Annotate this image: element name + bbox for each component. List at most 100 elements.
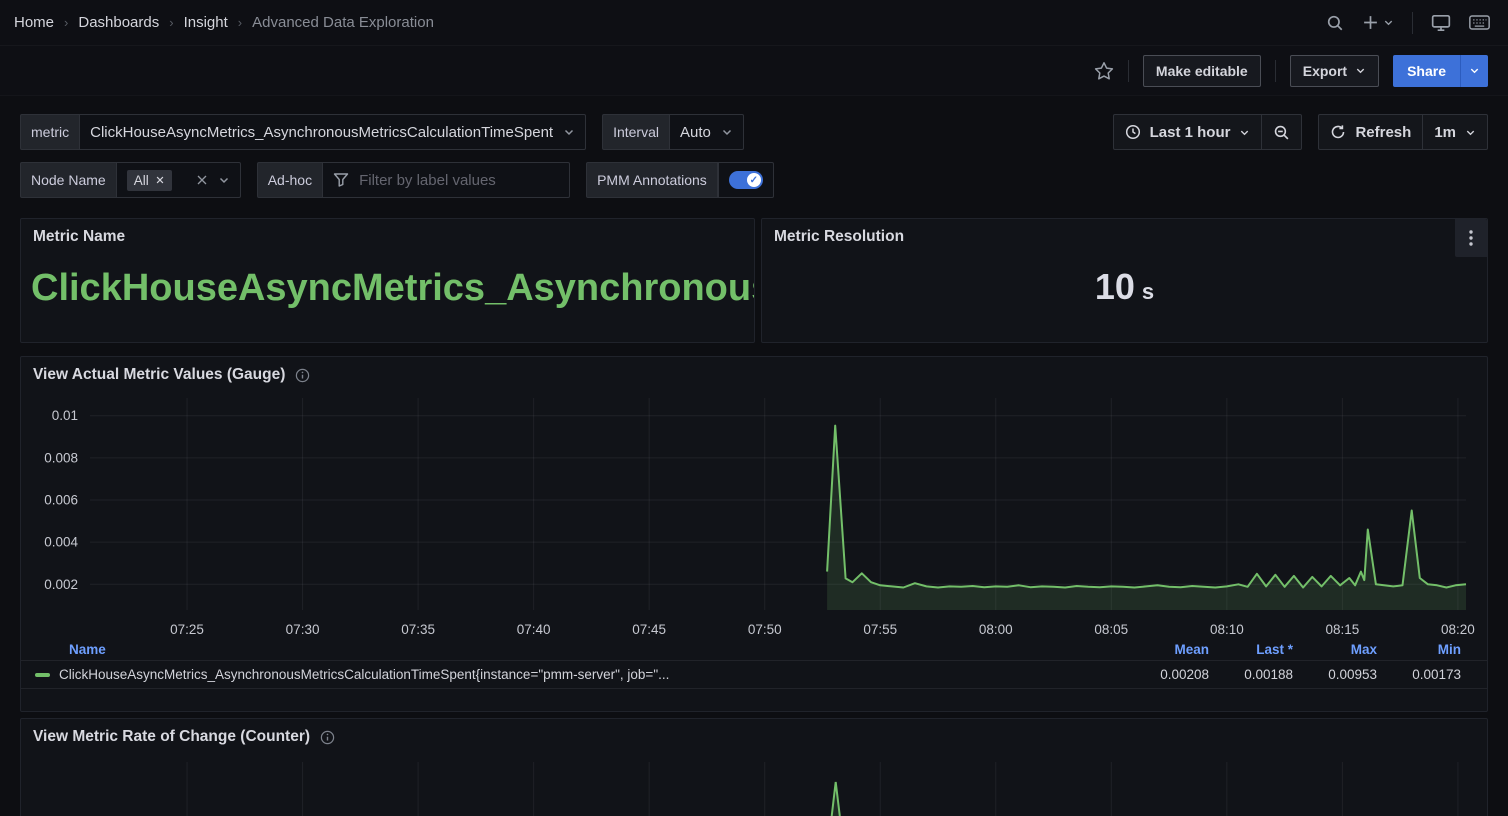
metric-variable-select[interactable]: ClickHouseAsyncMetrics_AsynchronousMetri… <box>79 114 586 150</box>
time-range-picker[interactable]: Last 1 hour <box>1114 115 1262 149</box>
legend-name-header[interactable]: Name <box>69 642 106 657</box>
legend-col-min[interactable]: Min <box>1377 642 1461 657</box>
x-tick-label: 07:35 <box>401 622 435 637</box>
y-tick-label: 0.01 <box>52 408 78 423</box>
dashboard-toolbar: Make editable Export Share <box>0 46 1508 96</box>
clear-all-button[interactable] <box>196 174 208 186</box>
metric-variable-value: ClickHouseAsyncMetrics_AsynchronousMetri… <box>90 124 553 141</box>
node-name-control: Node Name All <box>20 162 241 198</box>
refresh-icon <box>1330 124 1346 140</box>
favorite-button[interactable] <box>1094 61 1114 81</box>
series-swatch <box>35 673 50 677</box>
kiosk-mode-button[interactable] <box>1431 14 1451 32</box>
gauge-panel-title[interactable]: View Actual Metric Values (Gauge) <box>21 357 1487 388</box>
gauge-chart-svg[interactable]: 07:2507:3007:3507:4007:4507:5007:5508:00… <box>32 388 1476 640</box>
x-tick-label: 07:45 <box>632 622 666 637</box>
legend-val-min: 0.00173 <box>1377 667 1461 682</box>
export-button[interactable]: Export <box>1290 55 1379 87</box>
adhoc-filter-label: Ad-hoc <box>257 162 322 198</box>
panel-menu-button[interactable] <box>1455 219 1487 257</box>
dashboard-content: Metric Name ClickHouseAsyncMetrics_Async… <box>0 218 1508 816</box>
legend-values: 0.00208 0.00188 0.00953 0.00173 <box>1125 667 1473 682</box>
zoom-out-time-button[interactable] <box>1261 115 1301 149</box>
toggle-check-icon: ✓ <box>747 173 761 187</box>
keyboard-icon <box>1469 15 1490 30</box>
chevron-down-icon <box>1469 65 1480 76</box>
chip-remove-icon[interactable] <box>155 175 165 185</box>
share-menu-button[interactable] <box>1460 55 1488 87</box>
share-split-button: Share <box>1393 55 1488 87</box>
pmm-annotations-toggle[interactable]: ✓ <box>729 171 763 189</box>
panel-title-text: View Actual Metric Values (Gauge) <box>33 366 285 384</box>
counter-chart-panel: View Metric Rate of Change (Counter) <box>20 718 1488 816</box>
breadcrumb-current-page: Advanced Data Exploration <box>252 14 434 31</box>
series-label[interactable]: ClickHouseAsyncMetrics_AsynchronousMetri… <box>59 667 1125 682</box>
add-button[interactable] <box>1362 14 1394 31</box>
panel-title-text: View Metric Rate of Change (Counter) <box>33 728 310 746</box>
chevron-down-icon <box>721 126 733 138</box>
chevron-down-icon <box>218 174 230 186</box>
adhoc-filter-input[interactable] <box>359 172 559 189</box>
metric-name-panel-title[interactable]: Metric Name <box>21 219 754 250</box>
kebab-menu-icon <box>1469 230 1473 246</box>
breadcrumb-home[interactable]: Home <box>14 14 54 31</box>
filter-row-1: metric ClickHouseAsyncMetrics_Asynchrono… <box>20 114 1488 150</box>
stat-unit: s <box>1142 279 1154 305</box>
adhoc-filter-control: Ad-hoc <box>257 162 570 198</box>
node-name-select[interactable]: All <box>116 162 241 198</box>
refresh-button[interactable]: Refresh <box>1319 115 1422 149</box>
share-button[interactable]: Share <box>1393 55 1460 87</box>
panel-title-text: Metric Resolution <box>774 228 904 246</box>
time-picker-group: Last 1 hour <box>1113 114 1303 150</box>
x-tick-label: 08:05 <box>1094 622 1128 637</box>
node-name-label: Node Name <box>20 162 116 198</box>
chevron-down-icon <box>563 126 575 138</box>
pmm-annotations-label: PMM Annotations <box>586 162 718 198</box>
legend-columns: Mean Last * Max Min <box>1125 642 1473 657</box>
clear-icon <box>196 174 208 186</box>
refresh-group: Refresh 1m <box>1318 114 1488 150</box>
legend-col-max[interactable]: Max <box>1293 642 1377 657</box>
interval-variable-select[interactable]: Auto <box>669 114 744 150</box>
node-name-chip[interactable]: All <box>127 170 172 191</box>
make-editable-button[interactable]: Make editable <box>1143 55 1261 87</box>
stat-panels-row: Metric Name ClickHouseAsyncMetrics_Async… <box>20 218 1488 343</box>
series-area <box>827 426 1466 610</box>
interval-variable-value: Auto <box>680 124 711 141</box>
search-button[interactable] <box>1326 14 1344 32</box>
legend-col-last[interactable]: Last * <box>1209 642 1293 657</box>
breadcrumb-separator-icon: › <box>64 15 68 30</box>
info-icon <box>295 368 310 383</box>
x-tick-label: 07:55 <box>863 622 897 637</box>
nav-divider <box>1412 12 1413 34</box>
breadcrumb-dashboards[interactable]: Dashboards <box>78 14 159 31</box>
pmm-annotations-field: ✓ <box>718 162 774 198</box>
metric-resolution-panel-title[interactable]: Metric Resolution <box>762 219 1487 250</box>
y-tick-label: 0.004 <box>44 535 78 550</box>
refresh-interval-select[interactable]: 1m <box>1422 115 1487 149</box>
nav-actions <box>1326 12 1490 34</box>
export-label: Export <box>1303 63 1347 79</box>
legend-val-max: 0.00953 <box>1293 667 1377 682</box>
refresh-label: Refresh <box>1355 124 1411 141</box>
counter-chart-svg[interactable] <box>32 762 1476 816</box>
counter-panel-title[interactable]: View Metric Rate of Change (Counter) <box>21 719 1487 750</box>
plus-icon <box>1362 14 1379 31</box>
keyboard-shortcuts-button[interactable] <box>1469 15 1490 30</box>
x-tick-label: 08:10 <box>1210 622 1244 637</box>
chevron-down-icon <box>1355 65 1366 76</box>
x-tick-label: 08:00 <box>979 622 1013 637</box>
legend-col-mean[interactable]: Mean <box>1125 642 1209 657</box>
pmm-annotations-control: PMM Annotations ✓ <box>586 162 774 198</box>
zoom-out-icon <box>1273 124 1290 141</box>
info-icon <box>320 730 335 745</box>
star-icon <box>1094 61 1114 81</box>
x-tick-label: 08:15 <box>1325 622 1359 637</box>
metric-variable-label: metric <box>20 114 79 150</box>
metric-name-value: ClickHouseAsyncMetrics_AsynchronousMetri… <box>21 250 754 310</box>
clock-icon <box>1125 124 1141 140</box>
x-tick-label: 07:50 <box>748 622 782 637</box>
chevron-down-icon <box>1239 127 1250 138</box>
breadcrumb-insight[interactable]: Insight <box>184 14 228 31</box>
metric-resolution-panel: Metric Resolution 10 s <box>761 218 1488 343</box>
